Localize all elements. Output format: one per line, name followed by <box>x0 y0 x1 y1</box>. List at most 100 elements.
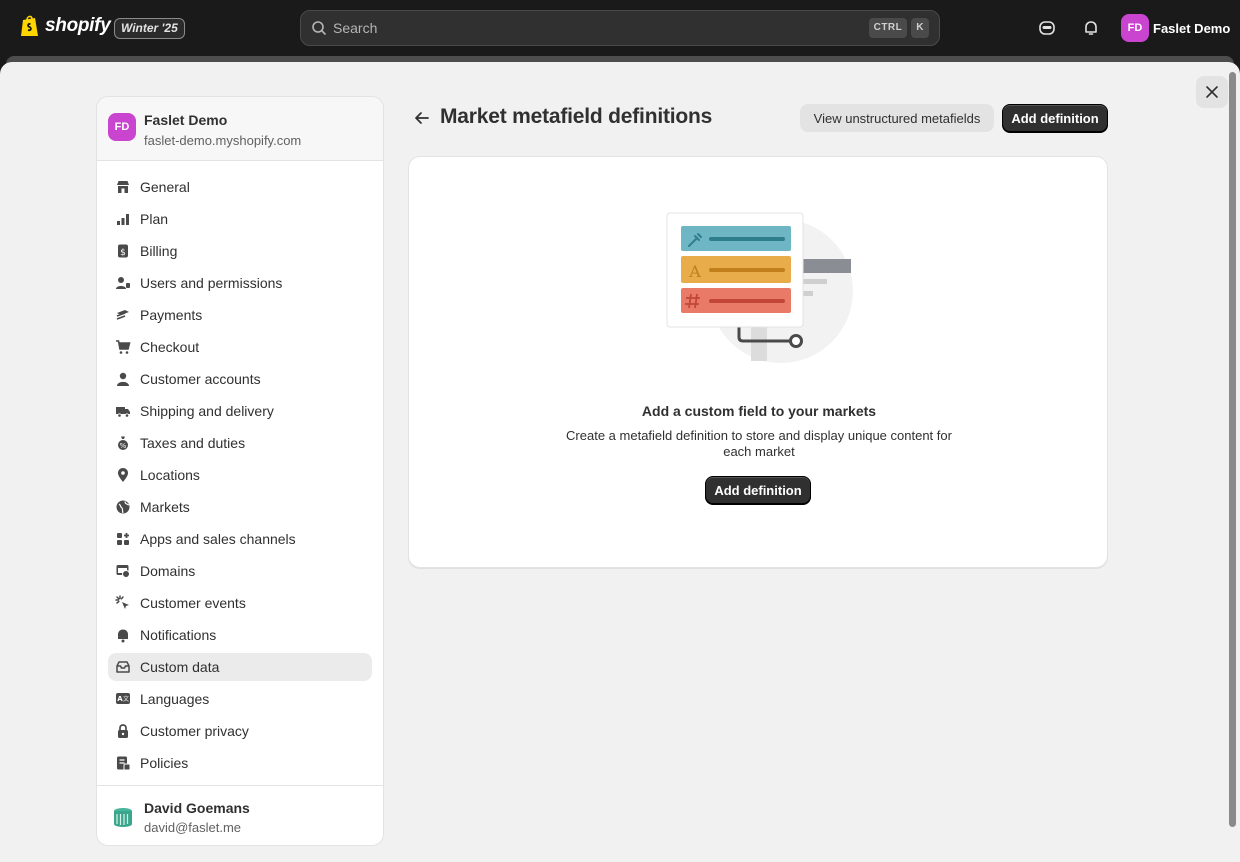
sidekick-button[interactable] <box>1035 16 1059 40</box>
edition-badge[interactable]: Winter '25 <box>114 18 185 39</box>
sidebar-item-markets[interactable]: Markets <box>108 493 372 521</box>
location-icon <box>114 466 132 484</box>
sidebar-user-footer[interactable]: David Goemans david@faslet.me <box>97 785 383 845</box>
store-name: Faslet Demo <box>144 112 228 128</box>
apps-icon <box>114 530 132 548</box>
svg-text:A: A <box>688 262 701 281</box>
account-menu[interactable]: FD Faslet Demo <box>1121 14 1230 42</box>
sidebar-item-checkout[interactable]: Checkout <box>108 333 372 361</box>
search-input[interactable]: Search CTRL K <box>300 10 940 46</box>
sidebar-item-notifications[interactable]: Notifications <box>108 621 372 649</box>
notifications-button[interactable] <box>1079 16 1103 40</box>
close-icon <box>1206 86 1218 98</box>
sidebar-item-apps[interactable]: Apps and sales channels <box>108 525 372 553</box>
top-bar: shopify Winter '25 Search CTRL K FD Fasl… <box>0 0 1240 56</box>
store-icon <box>114 178 132 196</box>
sidebar-item-label: Customer accounts <box>140 371 261 387</box>
cursor-icon <box>114 594 132 612</box>
sidebar-item-label: Policies <box>140 755 189 771</box>
sidebar-item-label: Locations <box>140 467 200 483</box>
close-button[interactable] <box>1196 76 1228 108</box>
sidebar-item-users[interactable]: Users and permissions <box>108 269 372 297</box>
empty-state-add-definition-button[interactable]: Add definition <box>705 476 811 504</box>
sidebar-item-label: Billing <box>140 243 178 259</box>
search-icon <box>312 21 327 36</box>
add-definition-button[interactable]: Add definition <box>1002 104 1108 132</box>
shopify-logo[interactable]: shopify <box>20 14 111 38</box>
empty-state-card: A Add a custom field to your markets Cre… <box>408 156 1108 568</box>
store-domain: faslet-demo.myshopify.com <box>144 133 302 148</box>
sidebar-item-customer-events[interactable]: Customer events <box>108 589 372 617</box>
plan-icon <box>114 210 132 228</box>
shopify-bag-icon <box>21 15 38 36</box>
search-placeholder: Search <box>333 20 378 36</box>
cart-icon <box>114 338 132 356</box>
sidebar-item-taxes[interactable]: % Taxes and duties <box>108 429 372 457</box>
brand-wordmark: shopify <box>45 15 111 36</box>
settings-sidebar: FD Faslet Demo faslet-demo.myshopify.com… <box>96 96 384 846</box>
custom-data-icon <box>114 658 132 676</box>
sidebar-item-payments[interactable]: Payments <box>108 301 372 329</box>
sidebar-item-policies[interactable]: Policies <box>108 749 372 777</box>
user-avatar-icon <box>114 808 132 827</box>
payments-icon <box>114 306 132 324</box>
svg-text:%: % <box>120 442 127 450</box>
sidebar-item-shipping[interactable]: Shipping and delivery <box>108 397 372 425</box>
sidebar-item-label: Notifications <box>140 627 217 643</box>
sidebar-item-label: Taxes and duties <box>140 435 246 451</box>
sidebar-item-label: Users and permissions <box>140 275 283 291</box>
sidebar-item-label: Apps and sales channels <box>140 531 296 547</box>
page-title: Market metafield definitions <box>440 105 713 128</box>
metafield-illustration: A <box>666 212 853 363</box>
view-unstructured-metafields-button[interactable]: View unstructured metafields <box>800 104 994 132</box>
sidebar-item-customer-accounts[interactable]: Customer accounts <box>108 365 372 393</box>
empty-state-heading: Add a custom field to your markets <box>641 403 877 419</box>
sidebar-item-label: Markets <box>140 499 190 515</box>
shortcut-key-ctrl: CTRL <box>868 18 908 38</box>
sidebar-item-customer-privacy[interactable]: Customer privacy <box>108 717 372 745</box>
sidebar-item-billing[interactable]: $ Billing <box>108 237 372 265</box>
policies-icon <box>114 754 132 772</box>
person-icon <box>114 370 132 388</box>
tax-icon: % <box>114 434 132 452</box>
sidebar-item-label: Custom data <box>140 659 220 675</box>
sidebar-item-label: Plan <box>140 211 169 227</box>
svg-text:文: 文 <box>123 695 129 703</box>
sidebar-item-custom-data[interactable]: Custom data <box>108 653 372 681</box>
back-button[interactable] <box>410 106 434 130</box>
settings-nav: General Plan $ Billing Users and permiss… <box>108 173 372 781</box>
bell-icon <box>114 626 132 644</box>
sidebar-item-label: Customer events <box>140 595 246 611</box>
sidebar-item-label: Languages <box>140 691 210 707</box>
lock-icon <box>114 722 132 740</box>
truck-icon <box>114 402 132 420</box>
sidebar-item-label: General <box>140 179 190 195</box>
sidebar-item-label: Checkout <box>140 339 200 355</box>
users-icon <box>114 274 132 292</box>
sidebar-item-label: Shipping and delivery <box>140 403 274 419</box>
sidebar-item-label: Domains <box>140 563 196 579</box>
account-name: Faslet Demo <box>1153 20 1231 36</box>
scrollbar[interactable] <box>1229 72 1236 827</box>
store-header[interactable]: FD Faslet Demo faslet-demo.myshopify.com <box>97 97 383 161</box>
domains-icon <box>114 562 132 580</box>
footer-user-name: David Goemans <box>144 800 250 816</box>
sidebar-item-plan[interactable]: Plan <box>108 205 372 233</box>
svg-text:$: $ <box>120 248 126 258</box>
sidebar-item-label: Payments <box>140 307 203 323</box>
language-icon: A文 <box>114 690 132 708</box>
shortcut-key-k: K <box>911 18 929 38</box>
empty-state-description: Create a metafield definition to store a… <box>566 428 952 459</box>
settings-modal: FD Faslet Demo faslet-demo.myshopify.com… <box>0 62 1240 862</box>
sidebar-item-languages[interactable]: A文 Languages <box>108 685 372 713</box>
billing-icon: $ <box>114 242 132 260</box>
sidebar-item-locations[interactable]: Locations <box>108 461 372 489</box>
avatar: FD <box>1121 14 1149 42</box>
sidebar-item-general[interactable]: General <box>108 173 372 201</box>
arrow-left-icon <box>415 112 429 124</box>
sidekick-icon <box>1039 21 1055 35</box>
bell-icon <box>1085 21 1097 35</box>
sidebar-item-label: Customer privacy <box>140 723 249 739</box>
sidebar-item-domains[interactable]: Domains <box>108 557 372 585</box>
footer-user-email: david@faslet.me <box>144 820 242 835</box>
